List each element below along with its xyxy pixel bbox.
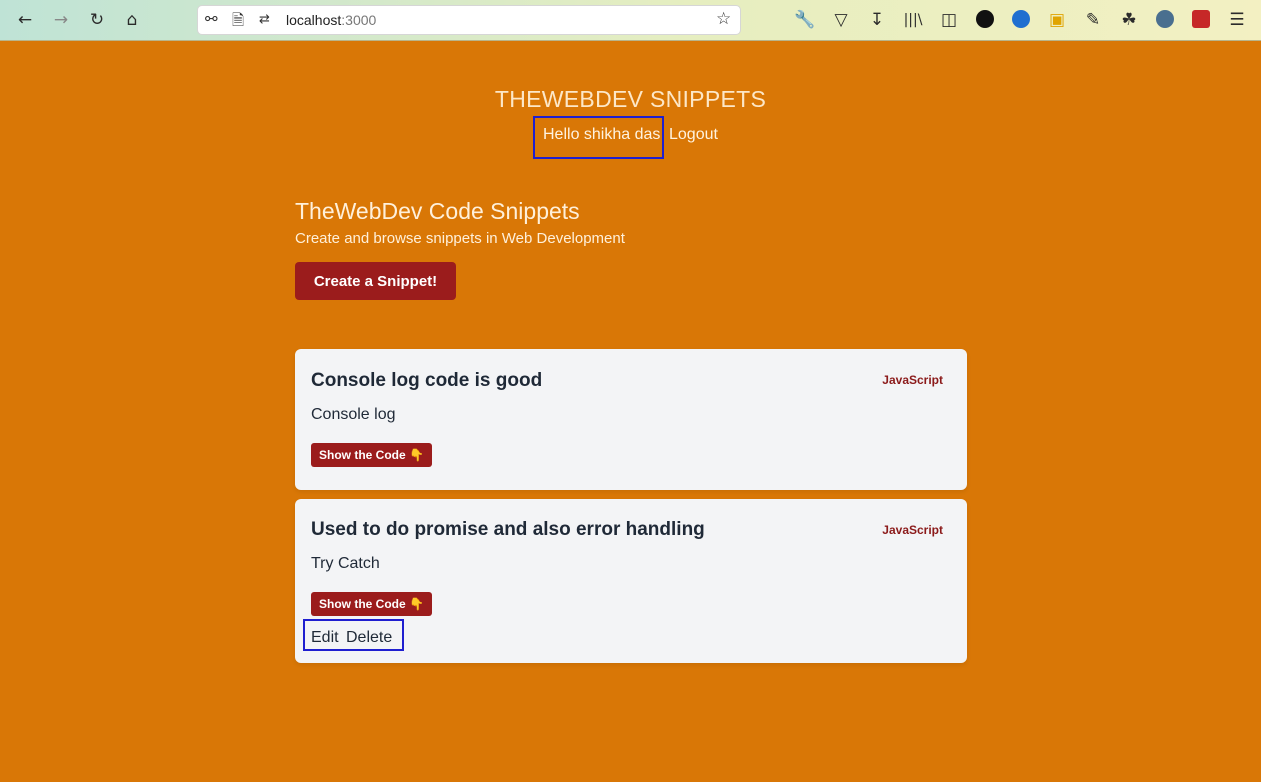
site-title[interactable]: THEWEBDEV SNIPPETS [0, 86, 1261, 113]
library-icon[interactable]: |||\ [899, 6, 927, 34]
extension-red-icon[interactable] [1192, 10, 1210, 28]
logout-link[interactable]: Logout [669, 126, 718, 144]
download-icon[interactable]: ↧ [863, 6, 891, 34]
forward-icon[interactable]: → [47, 6, 75, 34]
url-text[interactable]: localhost:3000 [286, 12, 376, 28]
reload-icon[interactable]: ↻ [83, 6, 111, 34]
url-bar[interactable]: ⚯ 🗎 ⇄ localhost:3000 ☆ [197, 5, 741, 35]
page-icon: 🗎 [232, 11, 245, 29]
actions-highlight-box [303, 619, 404, 651]
menu-icon[interactable]: ☰ [1223, 6, 1251, 34]
extension-twd-icon[interactable] [976, 10, 994, 28]
extension-translate-icon[interactable] [1156, 10, 1174, 28]
hero-subtitle: Create and browse snippets in Web Develo… [295, 230, 625, 247]
url-port: :3000 [341, 12, 377, 28]
wrench-icon[interactable]: 🔧 [791, 6, 819, 34]
snippet-language: JavaScript [882, 373, 943, 387]
shield-icon[interactable]: ⚯ [205, 10, 218, 28]
back-icon[interactable]: ← [11, 6, 39, 34]
show-code-button[interactable]: Show the Code 👇 [311, 443, 432, 467]
snippet-card: Console log code is good JavaScript Cons… [295, 349, 967, 490]
snippet-title: Console log code is good [311, 370, 543, 391]
sidebar-icon[interactable]: ◫ [935, 6, 963, 34]
create-snippet-button[interactable]: Create a Snippet! [295, 262, 456, 300]
extension-globe-icon[interactable] [1012, 10, 1030, 28]
snippet-language: JavaScript [882, 523, 943, 537]
bookmark-star-icon[interactable]: ☆ [716, 9, 731, 29]
snippet-description: Try Catch [311, 555, 380, 572]
show-code-button[interactable]: Show the Code 👇 [311, 592, 432, 616]
snippet-description: Console log [311, 406, 396, 423]
url-host: localhost [286, 12, 342, 28]
extension-gnome-icon[interactable]: ☘ [1115, 6, 1143, 34]
pocket-icon[interactable]: ▽ [827, 6, 855, 34]
home-icon[interactable]: ⌂ [118, 6, 146, 34]
snippet-title: Used to do promise and also error handli… [311, 519, 705, 540]
permissions-icon[interactable]: ⇄ [259, 12, 270, 27]
extension-monitor-icon[interactable]: ▣ [1043, 6, 1071, 34]
greeting-highlight-box [533, 116, 664, 159]
extension-notes-icon[interactable]: ✎ [1079, 6, 1107, 34]
browser-toolbar: ← → ↻ ⌂ ⚯ 🗎 ⇄ localhost:3000 ☆ 🔧 ▽ ↧ |||… [0, 0, 1261, 41]
hero-title: TheWebDev Code Snippets [295, 198, 580, 224]
